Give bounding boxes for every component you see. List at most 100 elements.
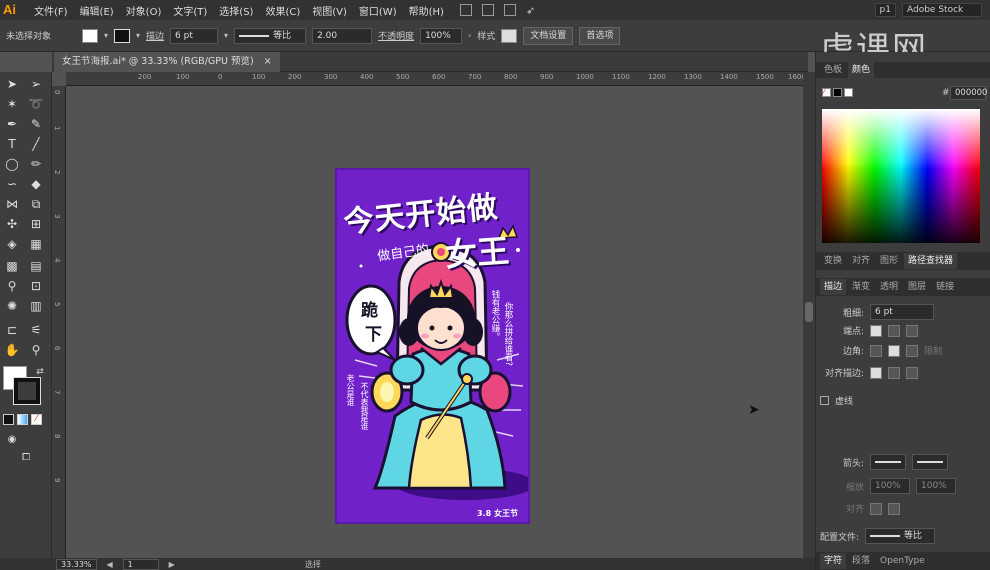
bridge-icon[interactable] <box>459 4 472 16</box>
none-mode-icon[interactable]: ⁄ <box>31 414 42 425</box>
live-paint-tool-icon[interactable]: ◈ <box>4 236 20 252</box>
artboard-prev-icon[interactable]: ◀ <box>107 560 113 569</box>
graph-tool-icon[interactable]: ▥ <box>28 298 44 314</box>
hand-tool-icon[interactable]: ✋ <box>4 342 20 358</box>
puppet-warp-tool-icon[interactable]: ✣ <box>4 216 20 232</box>
stroke-weight-field[interactable]: 6 pt <box>170 27 219 44</box>
artboard-number-field[interactable]: 1 <box>122 558 159 570</box>
chevron-right-icon[interactable]: › <box>468 31 471 40</box>
tab-stroke[interactable]: 描边 <box>820 279 847 295</box>
arrow-align-extend-icon[interactable] <box>870 502 882 515</box>
ellipse-tool-icon[interactable]: ◯ <box>4 156 20 172</box>
symbol-sprayer-tool-icon[interactable]: ✺ <box>4 298 20 314</box>
artboard-next-icon[interactable]: ▶ <box>169 560 175 569</box>
color-spectrum[interactable] <box>822 109 980 243</box>
tab-opentype[interactable]: OpenType <box>876 553 929 569</box>
black-swatch[interactable] <box>833 88 842 97</box>
eraser-tool-icon[interactable]: ◆ <box>28 176 44 192</box>
none-swatch-icon[interactable]: ⁄ <box>822 88 831 97</box>
dashed-checkbox[interactable] <box>820 396 829 405</box>
preferences-button[interactable]: 首选项 <box>579 26 621 45</box>
selection-tool-icon[interactable]: ➤ <box>4 76 20 92</box>
scale-field-start[interactable]: 100% <box>870 478 910 494</box>
round-cap-icon[interactable] <box>888 324 900 337</box>
workspace-switcher[interactable]: p1 <box>874 3 896 17</box>
bevel-join-icon[interactable] <box>906 344 918 357</box>
swap-fill-stroke-icon[interactable]: ⇄ <box>32 364 48 380</box>
document-tab[interactable]: 女王节海报.ai* @ 33.33% (RGB/GPU 预览) × <box>54 52 280 72</box>
menu-view[interactable]: 视图(V) <box>306 3 353 18</box>
pencil-tool-icon[interactable]: ✏ <box>28 156 44 172</box>
chevron-down-icon[interactable]: ▾ <box>224 31 228 40</box>
opacity-label[interactable]: 不透明度 <box>378 29 414 42</box>
tab-layers[interactable]: 图层 <box>904 279 930 295</box>
zoom-field[interactable]: 33.33% <box>56 558 97 570</box>
chevron-down-icon[interactable]: ▾ <box>104 31 108 40</box>
slice-tool-icon[interactable]: ⚟ <box>28 322 44 338</box>
menu-effect[interactable]: 效果(C) <box>259 3 306 18</box>
tab-gradient[interactable]: 渐变 <box>848 279 874 295</box>
stroke-swatch[interactable] <box>114 28 131 43</box>
color-mode-icon[interactable] <box>3 414 14 425</box>
tab-color[interactable]: 颜色 <box>848 62 875 78</box>
perspective-grid-tool-icon[interactable]: ▦ <box>28 236 44 252</box>
menu-object[interactable]: 对象(O) <box>120 3 168 18</box>
type-tool-icon[interactable]: T <box>4 136 20 152</box>
stroke-profile-select[interactable]: 等比 <box>234 27 307 44</box>
vertical-scrollbar[interactable] <box>803 72 815 558</box>
menu-help[interactable]: 帮助(H) <box>403 3 450 18</box>
tab-transform[interactable]: 变换 <box>820 253 846 269</box>
curvature-tool-icon[interactable]: ✎ <box>28 116 44 132</box>
document-setup-button[interactable]: 文档设置 <box>523 26 574 45</box>
stroke-label[interactable]: 描边 <box>146 29 164 42</box>
align-outside-icon[interactable] <box>906 366 918 379</box>
chevron-down-icon[interactable]: ▾ <box>136 31 140 40</box>
hex-color-field[interactable]: 000000 <box>950 86 987 100</box>
menu-edit[interactable]: 编辑(E) <box>74 3 120 18</box>
draw-mode-icon[interactable]: ◉ <box>4 432 20 448</box>
eyedropper-tool-icon[interactable]: ⚲ <box>4 278 20 294</box>
tab-pathfinder[interactable]: 路径查找器 <box>904 253 958 269</box>
profile-select[interactable]: 等比 <box>865 528 936 544</box>
arrowhead-end-select[interactable] <box>912 454 948 470</box>
magic-wand-tool-icon[interactable]: ✶ <box>4 96 20 112</box>
brush-definition-field[interactable]: 2.00 <box>312 27 373 44</box>
menu-select[interactable]: 选择(S) <box>213 3 259 18</box>
line-tool-icon[interactable]: ╱ <box>28 136 44 152</box>
direct-selection-tool-icon[interactable]: ➢ <box>28 76 44 92</box>
miter-join-icon[interactable] <box>870 344 882 357</box>
menu-type[interactable]: 文字(T) <box>167 3 213 18</box>
gpu-rocket-icon[interactable]: ➶ <box>526 4 535 17</box>
arrowhead-start-select[interactable] <box>870 454 906 470</box>
width-tool-icon[interactable]: ⋈ <box>4 196 20 212</box>
tab-graphic-styles[interactable]: 图形 <box>876 253 902 269</box>
artboard-tool-icon[interactable]: ⊏ <box>4 322 20 338</box>
gradient-tool-icon[interactable]: ▤ <box>28 258 44 274</box>
arrow-align-place-icon[interactable] <box>888 502 900 515</box>
scrollbar-thumb[interactable] <box>805 302 813 322</box>
tab-transparency[interactable]: 透明 <box>876 279 902 295</box>
tab-character[interactable]: 字符 <box>820 553 847 569</box>
butt-cap-icon[interactable] <box>870 324 882 337</box>
opacity-field[interactable]: 100% <box>420 27 463 44</box>
free-transform-tool-icon[interactable]: ⧉ <box>28 196 44 212</box>
square-cap-icon[interactable] <box>906 324 918 337</box>
zoom-tool-icon[interactable]: ⚲ <box>28 342 44 358</box>
menu-file[interactable]: 文件(F) <box>28 3 74 18</box>
scale-field-end[interactable]: 100% <box>916 478 956 494</box>
gradient-mode-icon[interactable] <box>17 414 28 425</box>
menu-window[interactable]: 窗口(W) <box>353 3 403 18</box>
round-join-icon[interactable] <box>888 344 900 357</box>
mesh-tool-icon[interactable]: ▩ <box>4 258 20 274</box>
screen-mode-icon[interactable]: ⧠ <box>18 450 34 466</box>
tab-paragraph[interactable]: 段落 <box>848 553 874 569</box>
stroke-color-swatch[interactable] <box>13 377 41 405</box>
shape-builder-tool-icon[interactable]: ⊞ <box>28 216 44 232</box>
tab-align[interactable]: 对齐 <box>848 253 874 269</box>
style-swatch[interactable] <box>501 28 518 43</box>
poster-artboard[interactable]: 今天开始做 做自己的 女王 跪 下 你那么拼给谁看? 钱有老公赚。 老公是谁 不… <box>335 168 530 524</box>
tab-swatches[interactable]: 色板 <box>820 62 846 78</box>
blend-tool-icon[interactable]: ⊡ <box>28 278 44 294</box>
align-center-icon[interactable] <box>870 366 882 379</box>
white-swatch[interactable] <box>844 88 853 97</box>
